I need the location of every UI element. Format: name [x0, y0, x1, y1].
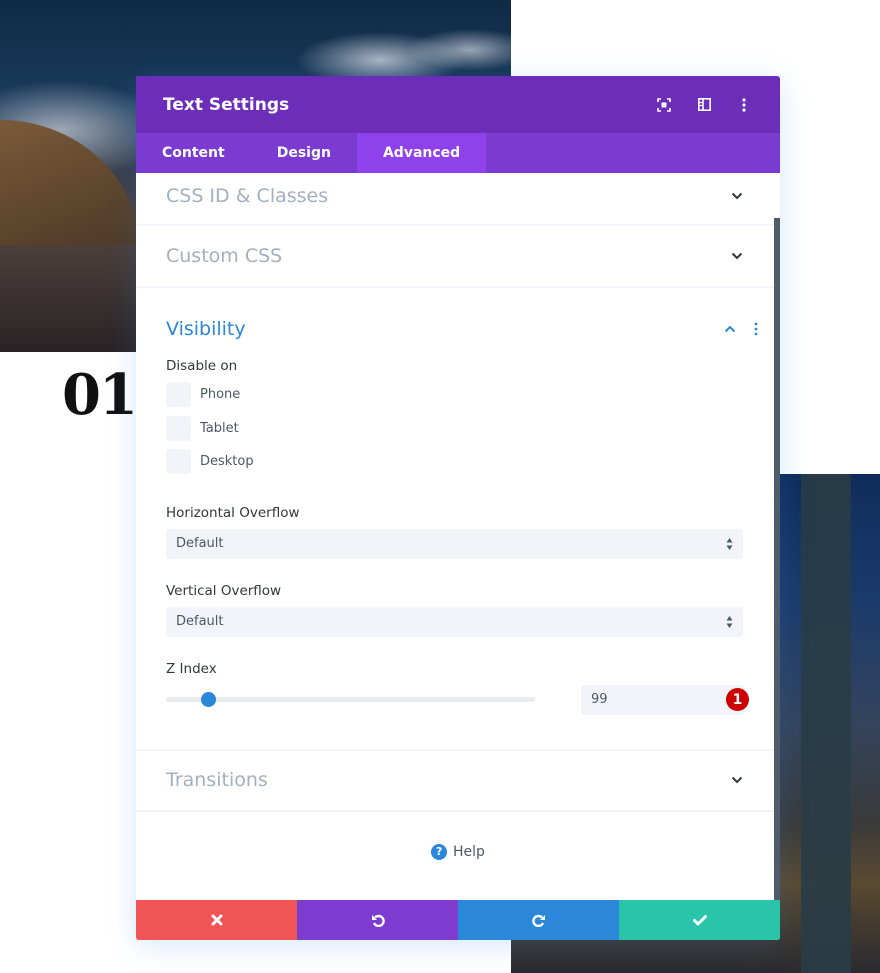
fullscreen-icon[interactable]	[655, 96, 673, 114]
select-value: Default	[176, 614, 224, 629]
save-button[interactable]	[619, 900, 780, 940]
scrollbar[interactable]	[774, 218, 780, 901]
slider-handle[interactable]	[200, 692, 216, 707]
phone-checkbox[interactable]	[166, 382, 191, 408]
notification-badge: 1	[726, 688, 749, 711]
z-index-control: 99 1	[166, 684, 749, 715]
checkbox-row-tablet: Tablet	[166, 412, 743, 446]
section-css-id-classes[interactable]: CSS ID & Classes	[136, 173, 780, 226]
tab-advanced[interactable]: Advanced	[356, 133, 487, 173]
more-options-icon[interactable]	[735, 96, 753, 114]
modal-header: Text Settings	[136, 76, 780, 133]
horizontal-overflow-label: Horizontal Overflow	[166, 504, 300, 521]
hill-shape	[0, 120, 140, 250]
modal-footer	[136, 900, 780, 940]
disable-on-label: Disable on	[166, 358, 238, 374]
chevron-down-icon[interactable]	[730, 249, 744, 263]
redo-button[interactable]	[458, 900, 619, 940]
check-icon	[692, 914, 707, 925]
desktop-checkbox[interactable]	[166, 449, 191, 475]
section-visibility: Visibility Disable on Phone Tablet Deskt…	[136, 288, 780, 751]
section-title: Custom CSS	[166, 245, 283, 267]
modal-title: Text Settings	[163, 94, 290, 115]
cancel-button[interactable]	[136, 900, 297, 940]
select-arrows-icon	[726, 615, 733, 628]
section-number: 01	[62, 362, 138, 428]
help-icon: ?	[431, 843, 448, 860]
chevron-up-icon[interactable]	[723, 322, 737, 336]
tab-bar: Content Design Advanced	[136, 133, 780, 173]
settings-content: CSS ID & Classes Custom CSS Visibility D…	[136, 173, 780, 900]
help-label: Help	[453, 843, 485, 860]
tablet-checkbox[interactable]	[166, 415, 191, 441]
vertical-overflow-select[interactable]: Default	[166, 606, 743, 637]
vertical-overflow-label: Vertical Overflow	[166, 582, 282, 599]
horizontal-overflow-select[interactable]: Default	[166, 528, 743, 559]
section-title: CSS ID & Classes	[166, 184, 329, 207]
help-link[interactable]: ? Help	[136, 812, 780, 860]
visibility-header[interactable]: Visibility	[136, 288, 780, 368]
z-index-label: Z Index	[166, 660, 217, 677]
close-icon	[211, 914, 222, 926]
checkbox-label: Phone	[200, 387, 241, 403]
chevron-down-icon[interactable]	[730, 773, 744, 787]
split-view-icon[interactable]	[695, 96, 713, 114]
tab-design[interactable]: Design	[251, 133, 357, 173]
more-options-icon[interactable]	[749, 322, 763, 336]
checkbox-row-phone: Phone	[166, 378, 743, 412]
settings-modal: Text Settings Content Design Advanced CS…	[136, 76, 780, 940]
select-arrows-icon	[726, 537, 733, 550]
redo-icon	[531, 914, 545, 927]
checkbox-row-desktop: Desktop	[166, 445, 743, 479]
chevron-down-icon[interactable]	[730, 189, 744, 203]
section-title: Visibility	[166, 317, 246, 340]
checkbox-label: Desktop	[200, 454, 254, 470]
z-index-input[interactable]: 99	[581, 684, 744, 715]
select-value: Default	[176, 536, 224, 551]
section-transitions[interactable]: Transitions	[136, 751, 780, 812]
z-index-slider[interactable]	[166, 692, 535, 707]
undo-icon	[371, 914, 385, 927]
section-title: Transitions	[166, 769, 268, 791]
tab-content[interactable]: Content	[136, 133, 251, 173]
section-custom-css[interactable]: Custom CSS	[136, 226, 780, 288]
checkbox-label: Tablet	[200, 420, 239, 436]
undo-button[interactable]	[297, 900, 458, 940]
